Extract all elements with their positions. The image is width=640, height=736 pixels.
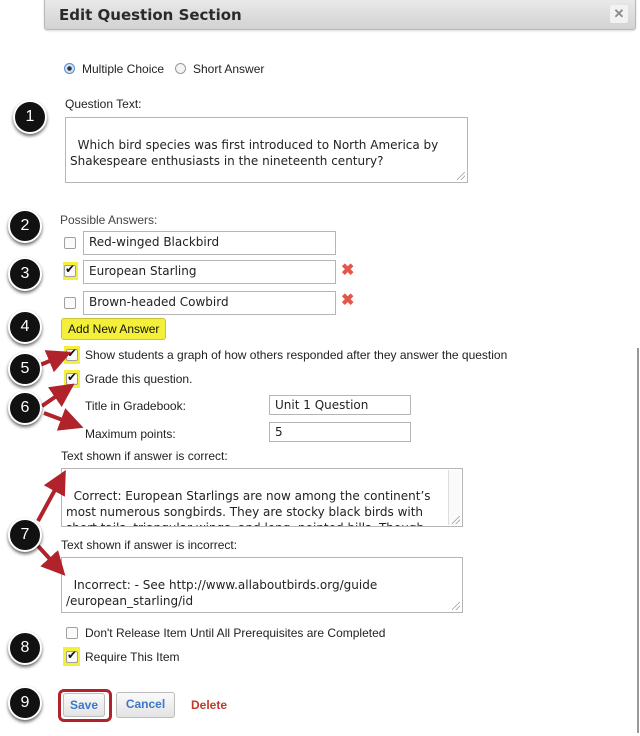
- callout-badge: 9: [8, 686, 42, 720]
- callout-badge: 1: [13, 100, 47, 134]
- arrow-7a: [36, 469, 66, 522]
- arrow-6b: [43, 408, 84, 431]
- callout-badge: 5: [8, 352, 42, 386]
- callout-badge: 4: [8, 310, 42, 344]
- arrow-7b: [36, 544, 66, 576]
- callout-badge: 2: [8, 209, 42, 243]
- callout-badge: 8: [8, 631, 42, 665]
- callout-arrows: [36, 350, 84, 576]
- callout-badge: 3: [8, 257, 42, 291]
- callout-badge: 6: [8, 391, 42, 425]
- callout-badge: 7: [8, 518, 42, 552]
- arrow-6a: [40, 383, 75, 408]
- arrow-5: [39, 350, 72, 373]
